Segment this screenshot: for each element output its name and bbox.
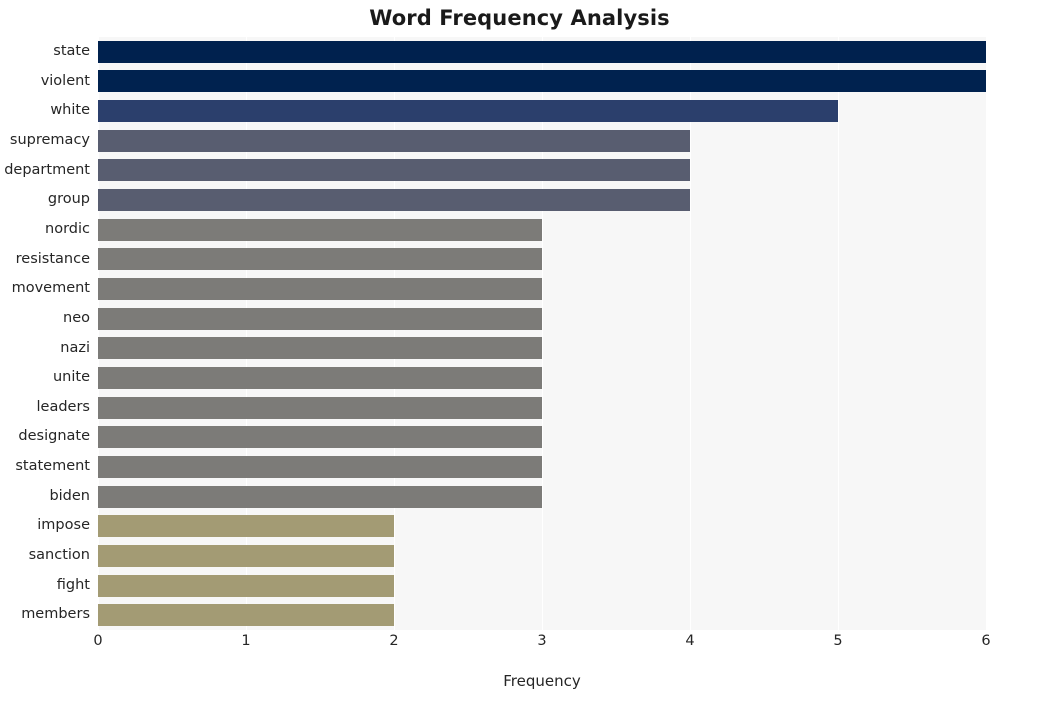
y-axis-tick-label-nazi: nazi — [60, 339, 90, 356]
y-axis-tick-label-state: state — [53, 43, 90, 59]
y-axis-tick-label-members: members — [21, 606, 90, 623]
bars-layer — [98, 37, 986, 630]
y-axis-tick-label-department: department — [4, 161, 90, 178]
bar-row — [98, 511, 986, 541]
bar-row — [98, 393, 986, 423]
bar-group[interactable] — [98, 189, 690, 212]
bar-row — [98, 304, 986, 334]
y-axis-tick-label-group: group — [47, 191, 90, 208]
bar-members[interactable] — [98, 604, 394, 627]
bar-row — [98, 37, 986, 67]
x-axis-tick-label-6: 6 — [981, 633, 991, 649]
y-axis-tick-label-violent: violent — [40, 72, 90, 89]
gridline — [986, 37, 987, 630]
x-axis-tick-label-0: 0 — [93, 633, 103, 649]
bar-state[interactable] — [98, 40, 986, 63]
y-axis-tick-label-neo: neo — [63, 309, 90, 326]
y-axis-tick-label-unite: unite — [52, 369, 90, 386]
bar-leaders[interactable] — [98, 396, 542, 419]
bar-supremacy[interactable] — [98, 129, 690, 152]
y-axis-tick-label-sanction: sanction — [28, 547, 90, 564]
chart-title: Word Frequency Analysis — [369, 6, 670, 30]
bar-biden[interactable] — [98, 485, 542, 508]
bar-row — [98, 482, 986, 512]
x-axis-tick-label-1: 1 — [241, 633, 251, 649]
bar-neo[interactable] — [98, 307, 542, 330]
bar-designate[interactable] — [98, 426, 542, 449]
x-axis-tick-label-3: 3 — [537, 633, 547, 649]
bar-row — [98, 274, 986, 304]
bar-row — [98, 215, 986, 245]
y-axis-tick-label-supremacy: supremacy — [9, 131, 90, 148]
x-axis-tick-label-4: 4 — [685, 633, 695, 649]
y-axis-tick-label-movement: movement — [11, 280, 90, 297]
bar-row — [98, 571, 986, 601]
y-axis-tick-labels: state violent white supremacy department grou… — [0, 37, 90, 630]
bar-row — [98, 67, 986, 97]
bar-row — [98, 422, 986, 452]
x-axis-tick-labels: 0 1 2 3 4 5 6 — [93, 633, 990, 657]
y-axis-tick-label-leaders: leaders — [36, 398, 90, 415]
bar-statement[interactable] — [98, 455, 542, 478]
bar-row — [98, 600, 986, 630]
y-axis-tick-label-designate: designate — [18, 428, 90, 445]
y-axis-tick-label-fight: fight — [56, 576, 90, 593]
bar-row — [98, 541, 986, 571]
y-axis-tick-label-resistance: resistance — [15, 250, 90, 267]
bar-row — [98, 126, 986, 156]
bar-white[interactable] — [98, 100, 838, 123]
bar-nordic[interactable] — [98, 218, 542, 241]
x-axis-tick-label-5: 5 — [833, 633, 843, 649]
bar-resistance[interactable] — [98, 248, 542, 271]
y-axis-tick-label-biden: biden — [49, 487, 90, 504]
plot-area — [98, 37, 987, 630]
x-axis-tick-label-2: 2 — [389, 633, 399, 649]
y-axis-tick-label-statement: statement — [15, 458, 90, 475]
bar-nazi[interactable] — [98, 337, 542, 360]
bar-fight[interactable] — [98, 574, 394, 597]
bar-row — [98, 452, 986, 482]
bar-sanction[interactable] — [98, 544, 394, 567]
y-axis-tick-label-impose: impose — [37, 517, 90, 534]
bar-row — [98, 334, 986, 364]
bar-row — [98, 156, 986, 186]
bar-row — [98, 245, 986, 275]
bar-row — [98, 185, 986, 215]
bar-violent[interactable] — [98, 70, 986, 93]
bar-row — [98, 363, 986, 393]
bar-department[interactable] — [98, 159, 690, 182]
bar-row — [98, 96, 986, 126]
x-axis-title: Frequency — [503, 672, 581, 690]
bar-movement[interactable] — [98, 278, 542, 300]
chart-figure: Word Frequency Analysis state violent whit… — [0, 0, 1039, 701]
bar-impose[interactable] — [98, 515, 394, 538]
y-axis-tick-label-white: white — [50, 102, 90, 119]
bar-unite[interactable] — [98, 366, 542, 389]
y-axis-tick-label-nordic: nordic — [45, 220, 90, 237]
